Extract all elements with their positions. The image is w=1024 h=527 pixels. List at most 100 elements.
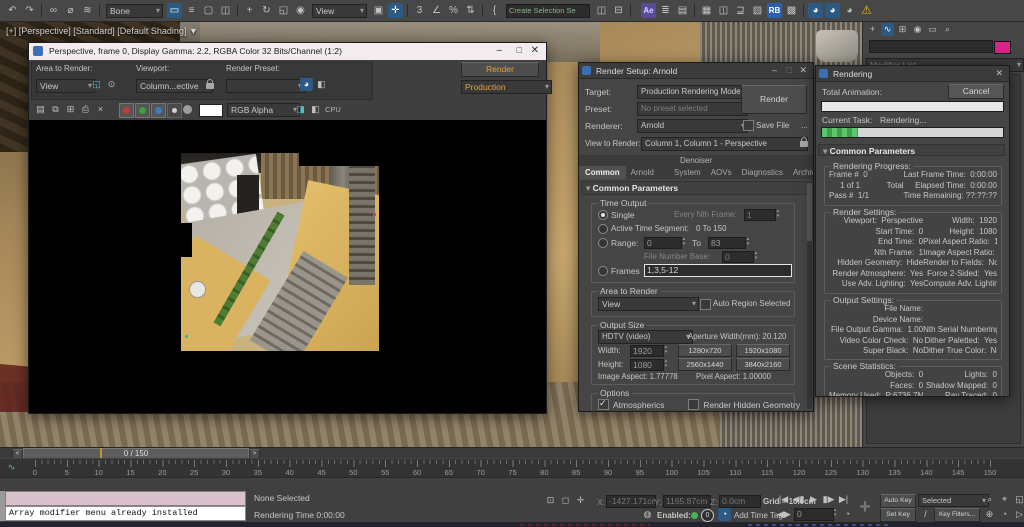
clone-window-icon[interactable]: ⊞ [64,103,77,116]
absolute-mode-icon[interactable]: ✛ [574,494,587,507]
select-by-name-icon[interactable]: ≡ [184,3,199,18]
next-frame-icon[interactable]: ▮▶ [822,493,835,506]
channel-display-dropdown[interactable]: RGB Alpha [227,103,300,117]
rfw-minimize-button[interactable]: – [496,45,502,56]
render-setup-maximize-button[interactable]: □ [787,65,792,75]
auto-key-button[interactable]: Auto Key [880,494,916,508]
rfw-maximize-button[interactable]: □ [517,45,522,55]
auto-region-icon[interactable]: ⊙ [105,78,118,91]
select-and-manipulate-icon[interactable]: ✛ [388,3,403,18]
scene-explorer-icon[interactable]: Ae [641,3,656,18]
object-color-swatch[interactable] [994,41,1011,54]
render-preset-dropdown[interactable] [226,79,305,93]
render-setup-minimize-button[interactable]: – [772,65,777,75]
edit-named-selections-icon[interactable]: { [487,3,502,18]
render-setup-titlebar[interactable]: Render Setup: Arnold – □ ✕ [579,63,813,79]
edit-keys-pencil-icon[interactable]: / [919,508,932,521]
tab-common[interactable]: Common [579,166,626,179]
track-bar[interactable]: ∿ 05101520253035404550556065707580859095… [0,458,1024,479]
utilities-tab-icon[interactable]: ⌕ [941,23,954,36]
preset-dropdown[interactable]: No preset selected [637,102,748,116]
alpha-channel-button[interactable] [167,103,182,118]
toggle-ribbon-icon[interactable]: ▤ [675,3,690,18]
rfw-close-button[interactable]: ✕ [531,45,539,56]
rendering-rollout[interactable]: ▾ Common Parameters [818,144,1005,156]
dope-sheet-icon[interactable]: ◫ [716,3,731,18]
gamma-icon[interactable]: ◧ [315,78,328,91]
key-filters-button[interactable]: Key Filters... [934,508,980,522]
tab-diagnostics[interactable]: Diagnostics [737,166,788,179]
rfw-viewport-dropdown[interactable]: Column...ective [136,79,213,93]
pan-icon[interactable]: ⊕ [983,508,996,521]
rect-selection-region-icon[interactable]: ▢ [201,3,216,18]
monochrome-button[interactable] [183,105,192,114]
selection-filter-dropdown[interactable]: Bone [106,4,163,18]
object-name-field[interactable] [869,40,993,53]
align-icon[interactable]: ⊟ [611,3,626,18]
tab-system[interactable]: System [669,166,706,179]
range-to-spinner[interactable]: ▴▾ [744,237,752,246]
named-selection-set-field[interactable]: Create Selection Se [506,4,590,18]
render-setup-close-button[interactable]: ✕ [799,65,807,76]
reference-coordinate-dropdown[interactable]: View [312,4,367,18]
select-and-scale-icon[interactable]: ◱ [276,3,291,18]
checkbox-atmospherics[interactable] [598,399,609,410]
range-to-field[interactable]: 83 [708,237,746,249]
height-spinner[interactable]: ▴▾ [662,359,670,368]
angle-snap-icon[interactable]: ∠ [429,3,444,18]
warning-icon[interactable]: ⚠ [859,3,874,18]
frames-field[interactable]: 1,3,5-12 [644,264,792,277]
every-nth-field[interactable]: 1 [744,209,776,221]
orbit-icon[interactable]: ◔ [998,508,1011,521]
color-correct-icon[interactable]: ◧ [309,103,322,116]
frames-radio[interactable] [598,266,608,276]
selection-brackets-icon[interactable]: + [852,494,878,520]
bind-to-space-warp-icon[interactable]: ≋ [80,3,95,18]
render-setup-icon[interactable]: ▩ [784,3,799,18]
renderer-dropdown[interactable]: Arnold [637,119,748,133]
material-editor-icon[interactable]: ▧ [750,3,765,18]
zoom-extents-icon[interactable]: ◱ [1013,493,1024,506]
go-to-start-icon[interactable]: |◀ [777,493,790,506]
view-lock-icon[interactable] [800,141,808,147]
selection-set-dropdown[interactable]: Selected [918,494,989,507]
key-mode-toggle-icon[interactable]: ◀▶ [777,508,790,521]
blue-channel-button[interactable] [151,103,166,118]
save-file-browse[interactable]: ... [801,121,808,130]
view-to-render-dropdown[interactable]: Column 1, Column 1 - Perspective [641,137,808,151]
maxscript-macro-row[interactable] [5,491,246,506]
area-to-render-dropdown[interactable]: View [36,79,95,93]
notification-count-button[interactable]: 0 [701,509,714,522]
previous-frame-icon[interactable]: ◀▮ [792,493,805,506]
curve-editor-icon[interactable]: ▦ [699,3,714,18]
render-setup-scrollbar[interactable] [807,181,812,409]
maxscript-listener-row[interactable]: Array modifier menu already installed [5,506,246,521]
denoiser-tab[interactable]: Denoiser [579,155,813,166]
preset-3840x2160-button[interactable]: 3840x2160 [736,358,790,371]
common-parameters-rollout[interactable]: ▾ Common Parameters [581,181,812,195]
rb-render-icon[interactable]: RB [767,3,782,18]
range-from-field[interactable]: 0 [644,237,682,249]
render-setup-render-button[interactable]: Render [741,85,807,114]
isolate-selection-icon[interactable]: ⊡ [544,494,557,507]
target-dropdown[interactable]: Production Rendering Mode [637,85,748,99]
frame-spinner[interactable]: ▴▾ [831,508,839,517]
preset-1920x1080-button[interactable]: 1920x1080 [736,344,790,357]
viewport-lock-icon[interactable] [206,83,214,89]
render-production-icon[interactable]: ◕ [825,3,840,18]
range-from-spinner[interactable]: ▴▾ [680,237,688,246]
maxscript-mini-icon[interactable]: ◍ [641,508,654,521]
zoom-icon[interactable]: ⌕ [983,493,996,506]
rendered-frame-window-icon[interactable]: ◕ [808,3,823,18]
display-tab-icon[interactable]: ▭ [926,23,939,36]
rfw-titlebar[interactable]: Perspective, frame 0, Display Gamma: 2.2… [29,43,546,61]
select-and-place-icon[interactable]: ◉ [293,3,308,18]
motion-tab-icon[interactable]: ◉ [911,23,924,36]
viewport-label[interactable]: [+] [Perspective] [Standard] [Default Sh… [6,26,198,36]
rfw-render-button[interactable]: Render [461,62,539,77]
select-and-move-icon[interactable]: + [242,3,257,18]
create-tab-icon[interactable]: + [866,23,879,36]
save-image-icon[interactable]: ▤ [34,103,47,116]
percent-snap-icon[interactable]: % [446,3,461,18]
play-animation-icon[interactable]: ▶ [807,493,820,506]
